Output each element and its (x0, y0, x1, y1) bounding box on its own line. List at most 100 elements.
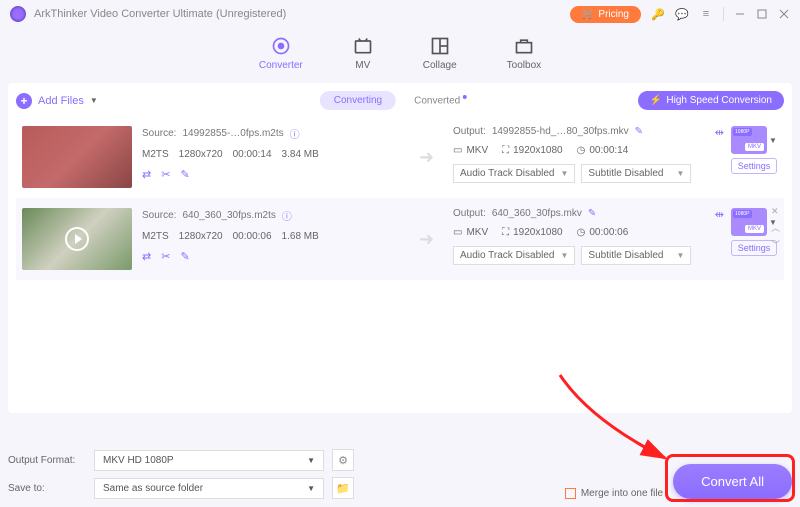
chevron-down-icon: ▼ (307, 456, 315, 465)
checkbox-icon (565, 488, 576, 499)
dot-indicator (462, 95, 466, 99)
audio-track-select[interactable]: Audio Track Disabled▼ (453, 164, 575, 183)
add-files-label: Add Files (38, 95, 84, 107)
chevron-down-icon: ▼ (561, 169, 569, 178)
tab-mv[interactable]: MV (353, 36, 373, 71)
converter-icon (271, 36, 291, 56)
bottom-bar: Output Format: MKV HD 1080P▼ ⚙ Save to: … (8, 449, 792, 499)
audio-track-select[interactable]: Audio Track Disabled▼ (453, 246, 575, 265)
rename-icon[interactable]: ✎ (635, 126, 643, 137)
minimize-button[interactable] (734, 8, 746, 20)
out-duration: ◷ 00:00:06 (577, 227, 629, 238)
thumbnail[interactable] (22, 208, 132, 270)
key-icon[interactable]: 🔑 (651, 7, 665, 21)
chevron-down-icon[interactable]: ▼ (769, 136, 777, 145)
cut-icon[interactable]: ✂ (161, 250, 170, 263)
output-format-label: Output Format: (8, 455, 86, 466)
toolbox-icon (514, 36, 534, 56)
out-resolution: ⛶ 1920x1080 (502, 227, 563, 238)
browse-folder-icon[interactable]: 📁 (332, 477, 354, 499)
pricing-label: Pricing (598, 9, 629, 20)
subtitle-select[interactable]: Subtitle Disabled▼ (581, 246, 691, 265)
tab-label: Collage (423, 60, 457, 71)
output-format-select[interactable]: MKV HD 1080P▼ (94, 450, 324, 471)
source-name: 640_360_30fps.m2ts (182, 210, 275, 221)
settings-button[interactable]: Settings (731, 158, 778, 174)
converted-label: Converted (414, 95, 460, 106)
thumbnail[interactable] (22, 126, 132, 188)
file-item: Source: 640_360_30fps.m2ts ⓘ M2TS1280x72… (16, 198, 784, 280)
compress-icon[interactable]: ⇹ (715, 208, 724, 221)
output-name: 14992855-hd_…80_30fps.mkv (492, 126, 629, 137)
chevron-down-icon: ▼ (90, 96, 98, 105)
play-icon (65, 227, 89, 251)
high-speed-button[interactable]: ⚡ High Speed Conversion (638, 91, 784, 110)
lightning-icon: ⚡ (650, 95, 662, 106)
divider (723, 7, 724, 21)
rename-icon[interactable]: ✎ (588, 208, 596, 219)
pricing-button[interactable]: 🛒 Pricing (570, 6, 641, 23)
cart-icon: 🛒 (582, 9, 594, 20)
plus-icon: + (16, 93, 32, 109)
info-icon[interactable]: ⓘ (282, 208, 292, 223)
format-badge[interactable] (731, 208, 767, 236)
out-format: ▭ MKV (453, 145, 488, 156)
compress-icon[interactable]: ⇹ (715, 126, 724, 139)
merge-checkbox[interactable]: Merge into one file (565, 488, 663, 499)
collage-icon (430, 36, 450, 56)
tab-converter[interactable]: Converter (259, 36, 303, 71)
tab-label: Toolbox (507, 60, 541, 71)
content-area: + Add Files ▼ Converting Converted ⚡ Hig… (8, 83, 792, 413)
menu-icon[interactable]: ≡ (699, 7, 713, 21)
trim-icon[interactable]: ⇄ (142, 250, 151, 263)
tab-label: MV (355, 60, 370, 71)
convert-all-button[interactable]: Convert All (673, 464, 792, 499)
output-name: 640_360_30fps.mkv (492, 208, 582, 219)
add-files-button[interactable]: + Add Files ▼ (16, 93, 98, 109)
move-up-icon[interactable]: ︿ (771, 221, 780, 234)
app-logo (10, 6, 26, 22)
info-icon[interactable]: ⓘ (290, 126, 300, 141)
file-item: Source: 14992855-…0fps.m2ts ⓘ M2TS1280x7… (16, 116, 784, 198)
edit-icon[interactable]: ✎ (180, 168, 189, 181)
save-to-label: Save to: (8, 483, 86, 494)
source-meta: M2TS1280x72000:00:143.84 MB (142, 149, 409, 160)
chevron-down-icon: ▼ (677, 169, 685, 178)
move-down-icon[interactable]: ﹀ (771, 238, 780, 251)
arrow-icon: ➜ (419, 229, 443, 250)
out-format: ▭ MKV (453, 227, 488, 238)
out-duration: ◷ 00:00:14 (577, 145, 629, 156)
titlebar: ArkThinker Video Converter Ultimate (Unr… (0, 0, 800, 28)
chevron-down-icon: ▼ (307, 484, 315, 493)
close-button[interactable] (778, 8, 790, 20)
tab-toolbox[interactable]: Toolbox (507, 36, 541, 71)
source-label: Source: (142, 128, 176, 139)
mv-icon (353, 36, 373, 56)
trim-icon[interactable]: ⇄ (142, 168, 151, 181)
format-settings-icon[interactable]: ⚙ (332, 449, 354, 471)
feedback-icon[interactable]: 💬 (675, 7, 689, 21)
cut-icon[interactable]: ✂ (161, 168, 170, 181)
out-resolution: ⛶ 1920x1080 (502, 145, 563, 156)
source-name: 14992855-…0fps.m2ts (182, 128, 283, 139)
maximize-button[interactable] (756, 8, 768, 20)
main-tabs: Converter MV Collage Toolbox (0, 28, 800, 83)
edit-icon[interactable]: ✎ (180, 250, 189, 263)
app-title: ArkThinker Video Converter Ultimate (Unr… (34, 8, 286, 20)
tab-collage[interactable]: Collage (423, 36, 457, 71)
source-meta: M2TS1280x72000:00:061.68 MB (142, 231, 409, 242)
save-to-select[interactable]: Same as source folder▼ (94, 478, 324, 499)
high-speed-label: High Speed Conversion (666, 95, 772, 106)
source-label: Source: (142, 210, 176, 221)
converted-tab[interactable]: Converted (400, 91, 480, 110)
output-label: Output: (453, 208, 486, 219)
chevron-down-icon: ▼ (677, 251, 685, 260)
merge-label: Merge into one file (581, 488, 663, 499)
converting-tab[interactable]: Converting (320, 91, 396, 110)
content-toolbar: + Add Files ▼ Converting Converted ⚡ Hig… (16, 91, 784, 110)
format-badge[interactable] (731, 126, 767, 154)
tab-label: Converter (259, 60, 303, 71)
arrow-icon: ➜ (419, 147, 443, 168)
subtitle-select[interactable]: Subtitle Disabled▼ (581, 164, 691, 183)
remove-icon[interactable]: ✕ (771, 206, 780, 217)
